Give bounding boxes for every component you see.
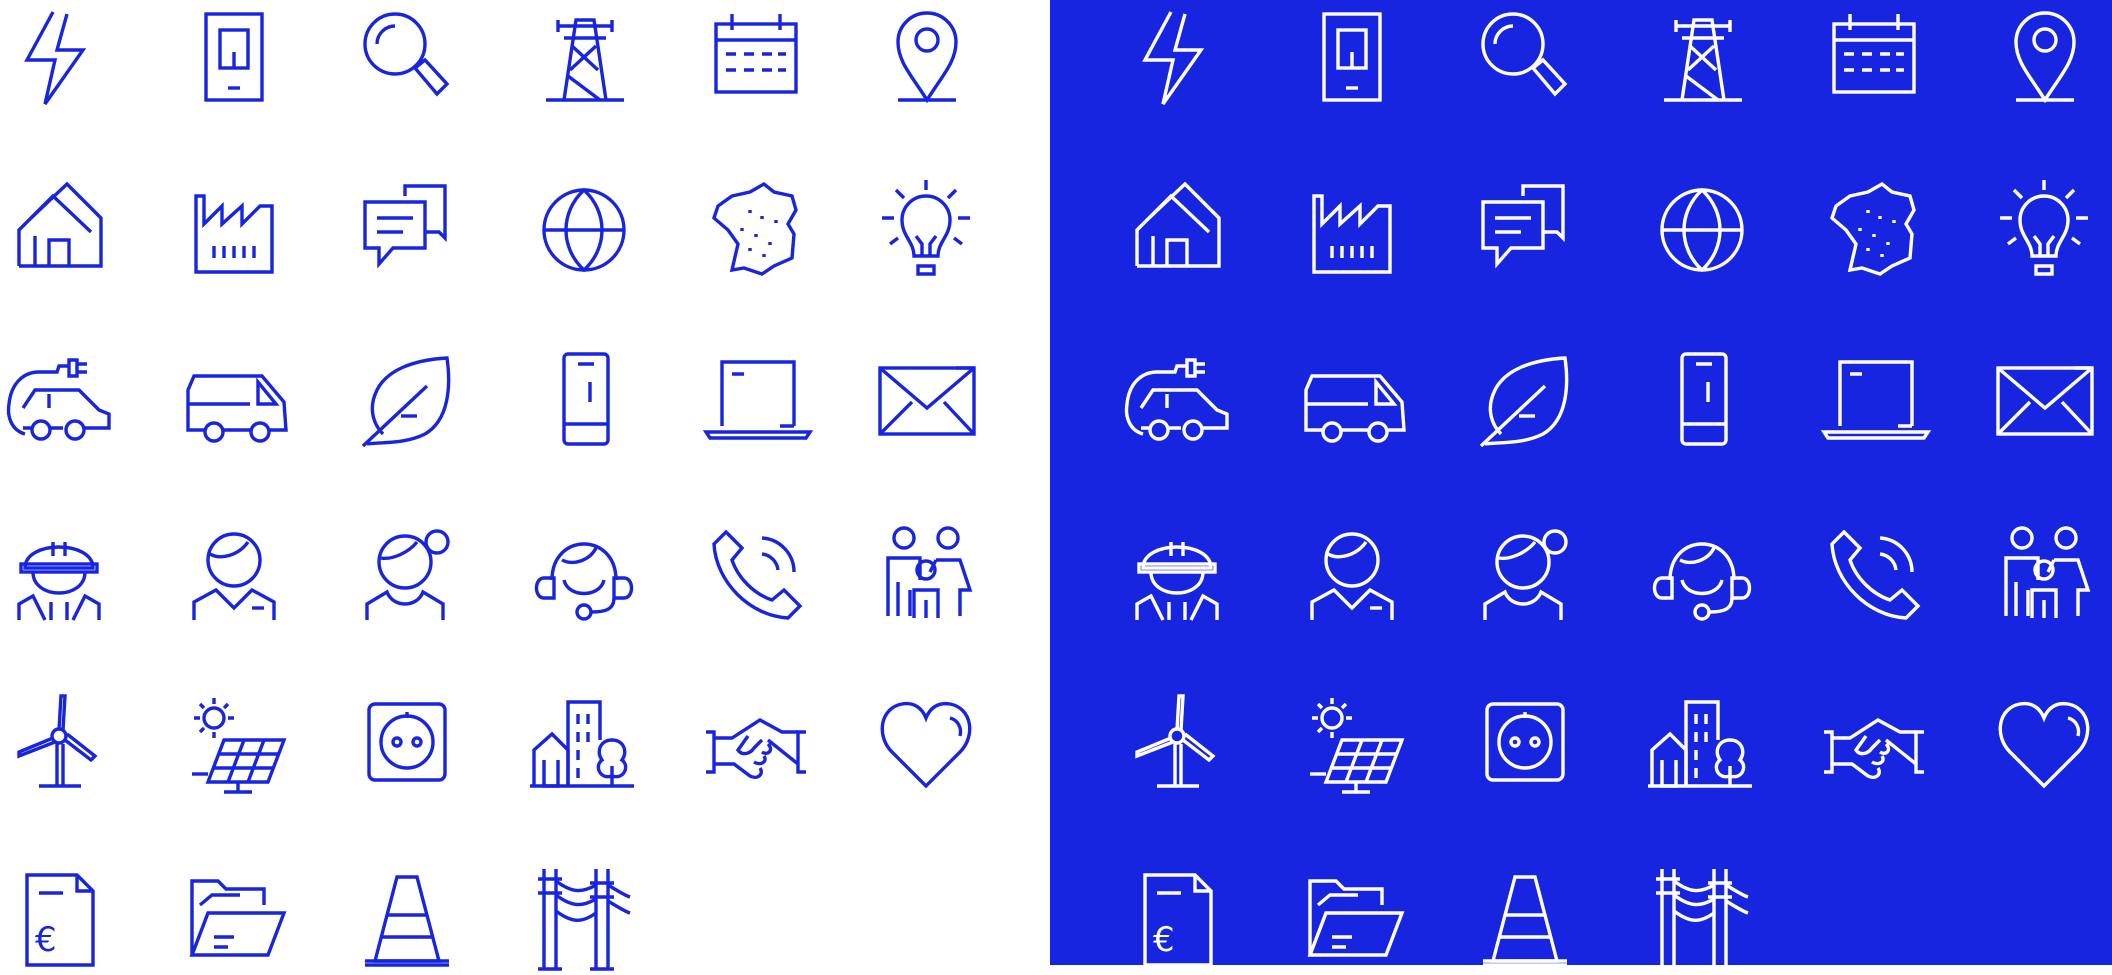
van-icon [1298,346,1408,456]
city-buildings-icon [1648,690,1758,800]
envelope-icon [872,346,982,456]
envelope-icon [1990,346,2100,456]
technician-icon [5,520,115,630]
svg-text:€: € [1153,920,1175,960]
lightbulb-icon [1990,176,2100,286]
wind-turbine-icon [5,690,115,800]
family-icon [872,520,982,630]
power-line-icon [530,865,640,975]
traffic-cone-icon [353,865,463,975]
handshake-icon [702,690,812,800]
calendar-icon [702,4,812,114]
laptop-icon [1820,346,1932,456]
map-pin-icon [1990,4,2100,114]
city-buildings-icon [530,690,640,800]
folder-icon [1298,865,1408,975]
family-icon [1990,520,2100,630]
house-icon [5,176,115,286]
heart-icon [1990,690,2100,800]
euro-bill-icon: € [5,865,115,975]
magnifier-icon [353,4,463,114]
chat-bubbles-icon [353,176,463,286]
pylon-icon [530,4,640,114]
woman-icon [1471,520,1581,630]
map-pin-icon [872,4,982,114]
heart-icon [872,690,982,800]
svg-text:€: € [35,920,57,960]
factory-icon [1298,176,1408,286]
chat-bubbles-icon [1471,176,1581,286]
woman-icon [353,520,463,630]
smart-meter-icon [1298,4,1408,114]
power-socket-icon [353,690,463,800]
van-icon [180,346,290,456]
electric-car-icon [1123,346,1233,456]
solar-panel-icon [1298,690,1408,800]
electric-car-icon [5,346,115,456]
house-icon [1123,176,1233,286]
smart-meter-icon [180,4,290,114]
power-socket-icon [1471,690,1581,800]
globe-icon [530,176,640,286]
handshake-icon [1820,690,1930,800]
euro-bill-icon: € [1123,865,1233,975]
lightning-icon [1123,4,1233,114]
lightning-icon [5,4,115,114]
light-icon-panel: € [0,0,1050,971]
dark-icon-panel: € [1050,0,2112,971]
phone-call-icon [702,520,812,630]
france-map-icon [702,176,812,286]
folder-icon [180,865,290,975]
smartphone-icon [530,346,640,456]
solar-panel-icon [180,690,290,800]
smartphone-icon [1648,346,1758,456]
leaf-icon [1471,346,1581,456]
phone-call-icon [1820,520,1930,630]
france-map-icon [1820,176,1930,286]
technician-icon [1123,520,1233,630]
lightbulb-icon [872,176,982,286]
pylon-icon [1648,4,1758,114]
globe-icon [1648,176,1758,286]
power-line-icon [1648,865,1758,975]
traffic-cone-icon [1471,865,1581,975]
headset-agent-icon [530,520,640,630]
man-icon [180,520,290,630]
calendar-icon [1820,4,1930,114]
factory-icon [180,176,290,286]
wind-turbine-icon [1123,690,1233,800]
headset-agent-icon [1648,520,1758,630]
laptop-icon [702,346,814,456]
leaf-icon [353,346,463,456]
man-icon [1298,520,1408,630]
magnifier-icon [1471,4,1581,114]
